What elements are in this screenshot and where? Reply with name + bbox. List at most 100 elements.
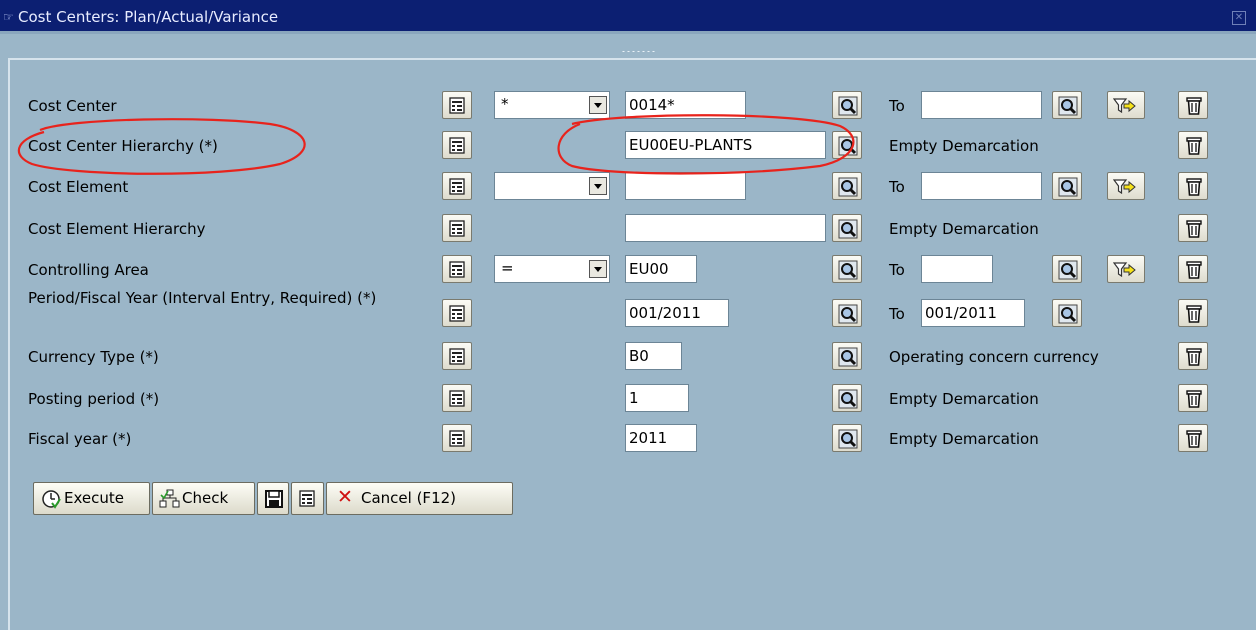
multiple-selection-filter-button[interactable]	[1107, 255, 1145, 283]
demarcation-text: Empty Demarcation	[889, 430, 1039, 448]
search-help-icon	[838, 347, 858, 367]
multiple-selection-button[interactable]	[442, 131, 472, 159]
operator-dropdown[interactable]	[494, 172, 610, 200]
multiple-selection-filter-button[interactable]	[1107, 91, 1145, 119]
cost-center-to-input[interactable]	[921, 91, 1042, 119]
delete-row-button[interactable]	[1178, 342, 1208, 370]
controlling-area-from-input[interactable]: EU00	[625, 255, 697, 283]
cost-center-hierarchy-input[interactable]: EU00EU-PLANTS	[625, 131, 826, 159]
search-help-button[interactable]	[832, 384, 862, 412]
filter-arrow-icon	[1113, 96, 1137, 116]
splitter-grip[interactable]	[621, 50, 655, 53]
execute-button[interactable]: Execute	[33, 482, 150, 515]
row-fiscal-year: Fiscal year (*) 2011 Empty Demarcation	[0, 424, 1256, 454]
check-hierarchy-icon	[159, 489, 180, 508]
multiple-selection-icon	[448, 177, 468, 197]
period-to-input[interactable]: 001/2011	[921, 299, 1025, 327]
operator-dropdown[interactable]: =	[494, 255, 610, 283]
trash-icon	[1184, 136, 1204, 156]
trash-icon	[1184, 304, 1204, 324]
cancel-label: Cancel (F12)	[361, 489, 457, 507]
check-button[interactable]: Check	[152, 482, 255, 515]
chevron-down-icon[interactable]	[589, 260, 607, 278]
search-help-icon	[1058, 96, 1078, 116]
filter-arrow-icon	[1113, 260, 1137, 280]
search-help-button[interactable]	[832, 299, 862, 327]
multiple-selection-button[interactable]	[442, 255, 472, 283]
cost-element-to-input[interactable]	[921, 172, 1042, 200]
to-label: To	[889, 97, 905, 115]
search-help-button[interactable]	[1052, 91, 1082, 119]
row-controlling-area: Controlling Area = EU00 To	[0, 255, 1256, 285]
field-label: Posting period (*)	[28, 390, 160, 408]
cost-center-from-input[interactable]: 0014*	[625, 91, 746, 119]
fiscal-year-input[interactable]: 2011	[625, 424, 697, 452]
multiple-selection-button[interactable]	[442, 342, 472, 370]
row-posting-period: Posting period (*) 1 Empty Demarcation	[0, 384, 1256, 414]
close-icon[interactable]: ✕	[1232, 11, 1246, 25]
multiple-selection-button[interactable]	[442, 91, 472, 119]
search-help-button[interactable]	[1052, 299, 1082, 327]
multiple-selection-icon	[448, 96, 468, 116]
to-label: To	[889, 261, 905, 279]
row-cost-center-hierarchy: Cost Center Hierarchy (*) EU00EU-PLANTS …	[0, 131, 1256, 161]
search-help-button[interactable]	[832, 424, 862, 452]
currency-description: Operating concern currency	[889, 348, 1099, 366]
multiple-selection-filter-button[interactable]	[1107, 172, 1145, 200]
cost-element-hierarchy-input[interactable]	[625, 214, 826, 242]
operator-dropdown[interactable]: *	[494, 91, 610, 119]
field-label: Cost Center Hierarchy (*)	[28, 137, 218, 155]
delete-row-button[interactable]	[1178, 214, 1208, 242]
delete-row-button[interactable]	[1178, 299, 1208, 327]
to-label: To	[889, 305, 905, 323]
search-help-button[interactable]	[832, 214, 862, 242]
multiple-selection-icon	[448, 429, 468, 449]
delete-row-button[interactable]	[1178, 384, 1208, 412]
cancel-button[interactable]: ✕ Cancel (F12)	[326, 482, 513, 515]
delete-row-button[interactable]	[1178, 255, 1208, 283]
search-help-icon	[838, 389, 858, 409]
search-help-icon	[838, 96, 858, 116]
row-cost-center: Cost Center * 0014* To	[0, 91, 1256, 121]
search-help-icon	[1058, 260, 1078, 280]
search-help-icon	[838, 304, 858, 324]
field-label: Currency Type (*)	[28, 348, 159, 366]
delete-row-button[interactable]	[1178, 91, 1208, 119]
delete-row-button[interactable]	[1178, 131, 1208, 159]
search-help-button[interactable]	[832, 342, 862, 370]
search-help-button[interactable]	[832, 255, 862, 283]
multiple-selection-button[interactable]	[442, 384, 472, 412]
demarcation-text: Empty Demarcation	[889, 390, 1039, 408]
search-help-button[interactable]	[1052, 172, 1082, 200]
splitter[interactable]	[0, 34, 1256, 58]
search-help-button[interactable]	[832, 131, 862, 159]
currency-type-input[interactable]: B0	[625, 342, 682, 370]
window-icon: ☞	[3, 10, 14, 24]
execute-label: Execute	[64, 489, 124, 507]
search-help-icon	[838, 219, 858, 239]
period-from-input[interactable]: 001/2011	[625, 299, 729, 327]
delete-row-button[interactable]	[1178, 172, 1208, 200]
multiple-selection-icon	[448, 389, 468, 409]
controlling-area-to-input[interactable]	[921, 255, 993, 283]
multiple-selection-button[interactable]	[442, 172, 472, 200]
posting-period-input[interactable]: 1	[625, 384, 689, 412]
search-help-icon	[838, 260, 858, 280]
search-help-button[interactable]	[832, 91, 862, 119]
search-help-button[interactable]	[832, 172, 862, 200]
delete-row-button[interactable]	[1178, 424, 1208, 452]
multiple-selection-button[interactable]	[291, 482, 324, 515]
save-variant-button[interactable]	[257, 482, 289, 515]
multiple-selection-button[interactable]	[442, 299, 472, 327]
window-title: Cost Centers: Plan/Actual/Variance	[18, 8, 279, 26]
search-help-button[interactable]	[1052, 255, 1082, 283]
chevron-down-icon[interactable]	[589, 177, 607, 195]
search-help-icon	[838, 429, 858, 449]
search-help-icon	[1058, 177, 1078, 197]
multiple-selection-button[interactable]	[442, 424, 472, 452]
search-help-icon	[838, 136, 858, 156]
cost-element-from-input[interactable]	[625, 172, 746, 200]
multiple-selection-button[interactable]	[442, 214, 472, 242]
chevron-down-icon[interactable]	[589, 96, 607, 114]
save-icon	[265, 490, 283, 508]
